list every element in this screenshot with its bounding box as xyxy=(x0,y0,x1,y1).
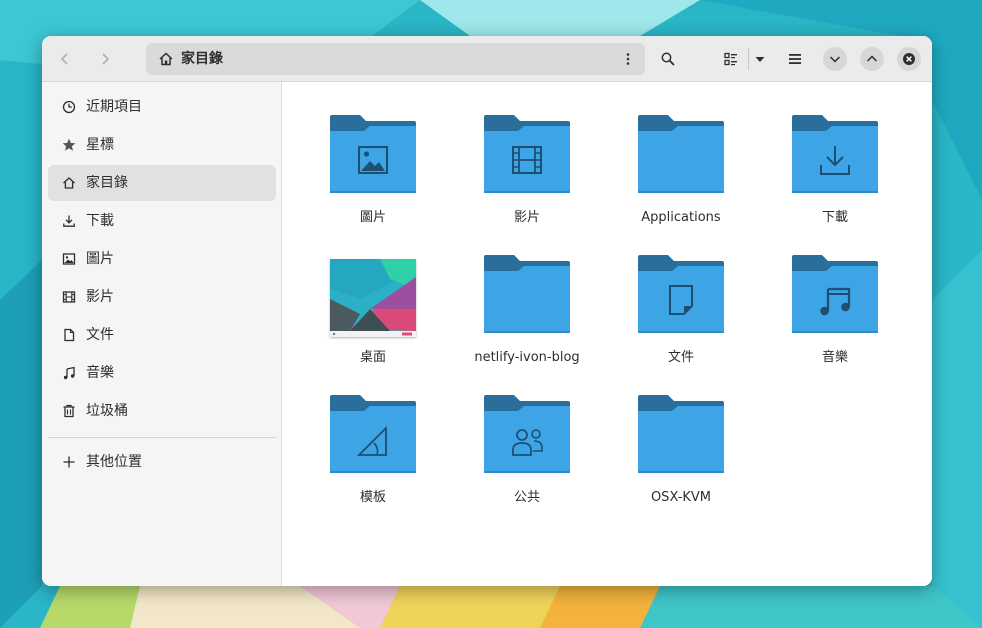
sidebar-item-videos[interactable]: 影片 xyxy=(48,279,276,315)
sidebar-separator xyxy=(48,437,276,438)
file-item-label: Applications xyxy=(641,210,721,225)
folder-icon xyxy=(638,115,724,193)
file-item-videos[interactable]: 影片 xyxy=(452,115,602,245)
folder-music-icon xyxy=(792,255,878,333)
document-icon xyxy=(64,328,75,342)
home-icon xyxy=(159,52,173,66)
sidebar-item-label: 音樂 xyxy=(86,365,114,381)
sidebar-item-home[interactable]: 家目錄 xyxy=(48,165,276,201)
sidebar-item-label: 家目錄 xyxy=(86,175,128,191)
file-item-osx-kvm[interactable]: OSX-KVM xyxy=(606,395,756,525)
clock-icon xyxy=(62,100,76,114)
folder-documents-icon xyxy=(638,255,724,333)
folder-videos-icon xyxy=(484,115,570,193)
sidebar-item-other-locations[interactable]: 其他位置 xyxy=(48,444,276,480)
view-mode-button[interactable] xyxy=(716,44,746,74)
sidebar-item-label: 影片 xyxy=(86,289,114,305)
image-icon xyxy=(62,253,76,265)
sidebar-item-starred[interactable]: 星標 xyxy=(48,127,276,163)
home-icon xyxy=(63,177,75,189)
places-sidebar: 近期項目 星標 家目錄 下載 圖片 影片 文件 音樂 垃圾桶 其他位置 xyxy=(42,82,282,586)
star-icon xyxy=(62,138,76,151)
back-button[interactable] xyxy=(50,44,80,74)
file-manager-window: 家目錄 近期項目 星標 家目錄 下載 圖片 影片 文件 音樂 垃圾桶 其他位置 … xyxy=(42,36,932,586)
chevron-left-icon xyxy=(60,53,68,65)
minimize-button[interactable] xyxy=(823,47,847,71)
file-item-applications[interactable]: Applications xyxy=(606,115,756,245)
chevron-right-icon xyxy=(102,53,110,65)
main-menu-button[interactable] xyxy=(780,44,810,74)
file-item-music[interactable]: 音樂 xyxy=(760,255,910,385)
sidebar-item-music[interactable]: 音樂 xyxy=(48,355,276,391)
file-item-label: 音樂 xyxy=(821,350,848,365)
file-item-public[interactable]: 公共 xyxy=(452,395,602,525)
forward-button[interactable] xyxy=(90,44,120,74)
search-icon xyxy=(661,52,675,66)
file-item-label: netlify-ivon-blog xyxy=(474,350,580,365)
sidebar-item-trash[interactable]: 垃圾桶 xyxy=(48,393,276,429)
file-item-label: 影片 xyxy=(513,210,540,225)
path-crumb-home[interactable]: 家目錄 xyxy=(181,50,223,68)
file-item-label: 模板 xyxy=(359,490,386,505)
sidebar-item-label: 近期項目 xyxy=(86,99,142,115)
file-item-pictures[interactable]: 圖片 xyxy=(298,115,448,245)
search-button[interactable] xyxy=(653,44,683,74)
file-item-label: 文件 xyxy=(667,350,694,365)
close-icon xyxy=(903,53,915,65)
music-icon xyxy=(63,366,75,380)
sidebar-item-label: 文件 xyxy=(86,327,114,343)
sidebar-item-label: 其他位置 xyxy=(86,454,142,470)
folder-icon xyxy=(638,395,724,473)
more-vertical-icon[interactable] xyxy=(620,51,636,67)
folder-pictures-icon xyxy=(330,115,416,193)
folder-icon xyxy=(484,255,570,333)
file-item-label: OSX-KVM xyxy=(650,490,712,505)
header-bar: 家目錄 xyxy=(42,36,932,82)
close-button[interactable] xyxy=(897,47,921,71)
list-view-icon xyxy=(724,52,737,66)
sidebar-item-label: 下載 xyxy=(86,213,114,229)
desktop-thumbnail xyxy=(330,259,416,337)
trash-icon xyxy=(63,404,75,418)
sidebar-item-label: 垃圾桶 xyxy=(86,403,128,419)
hamburger-menu-icon xyxy=(789,54,801,64)
file-item-desktop[interactable]: 桌面 xyxy=(298,255,448,385)
chevron-up-icon xyxy=(866,55,878,62)
chevron-down-icon xyxy=(829,56,841,63)
file-item-label: 圖片 xyxy=(359,210,386,225)
folder-templates-icon xyxy=(330,395,416,473)
sidebar-item-label: 圖片 xyxy=(86,251,114,267)
sidebar-item-documents[interactable]: 文件 xyxy=(48,317,276,353)
view-options-button[interactable] xyxy=(745,44,775,74)
plus-icon xyxy=(63,456,75,468)
file-item-netlify-ivon-blog[interactable]: netlify-ivon-blog xyxy=(452,255,602,385)
path-bar[interactable]: 家目錄 xyxy=(146,43,645,75)
file-item-label: 桌面 xyxy=(359,350,386,365)
file-item-label: 下載 xyxy=(821,210,848,225)
file-grid: 圖片 影片 Applications 下載 桌面 netlify-ivon-bl… xyxy=(283,82,932,586)
film-icon xyxy=(62,291,76,303)
sidebar-item-label: 星標 xyxy=(86,137,114,153)
caret-down-icon xyxy=(755,57,765,62)
folder-downloads-icon xyxy=(792,115,878,193)
sidebar-item-recent[interactable]: 近期項目 xyxy=(48,89,276,125)
file-item-documents[interactable]: 文件 xyxy=(606,255,756,385)
file-item-downloads[interactable]: 下載 xyxy=(760,115,910,245)
folder-public-icon xyxy=(484,395,570,473)
sidebar-item-pictures[interactable]: 圖片 xyxy=(48,241,276,277)
file-item-label: 公共 xyxy=(513,490,540,505)
file-item-templates[interactable]: 模板 xyxy=(298,395,448,525)
maximize-button[interactable] xyxy=(860,47,884,71)
download-icon xyxy=(63,215,75,227)
sidebar-item-downloads[interactable]: 下載 xyxy=(48,203,276,239)
